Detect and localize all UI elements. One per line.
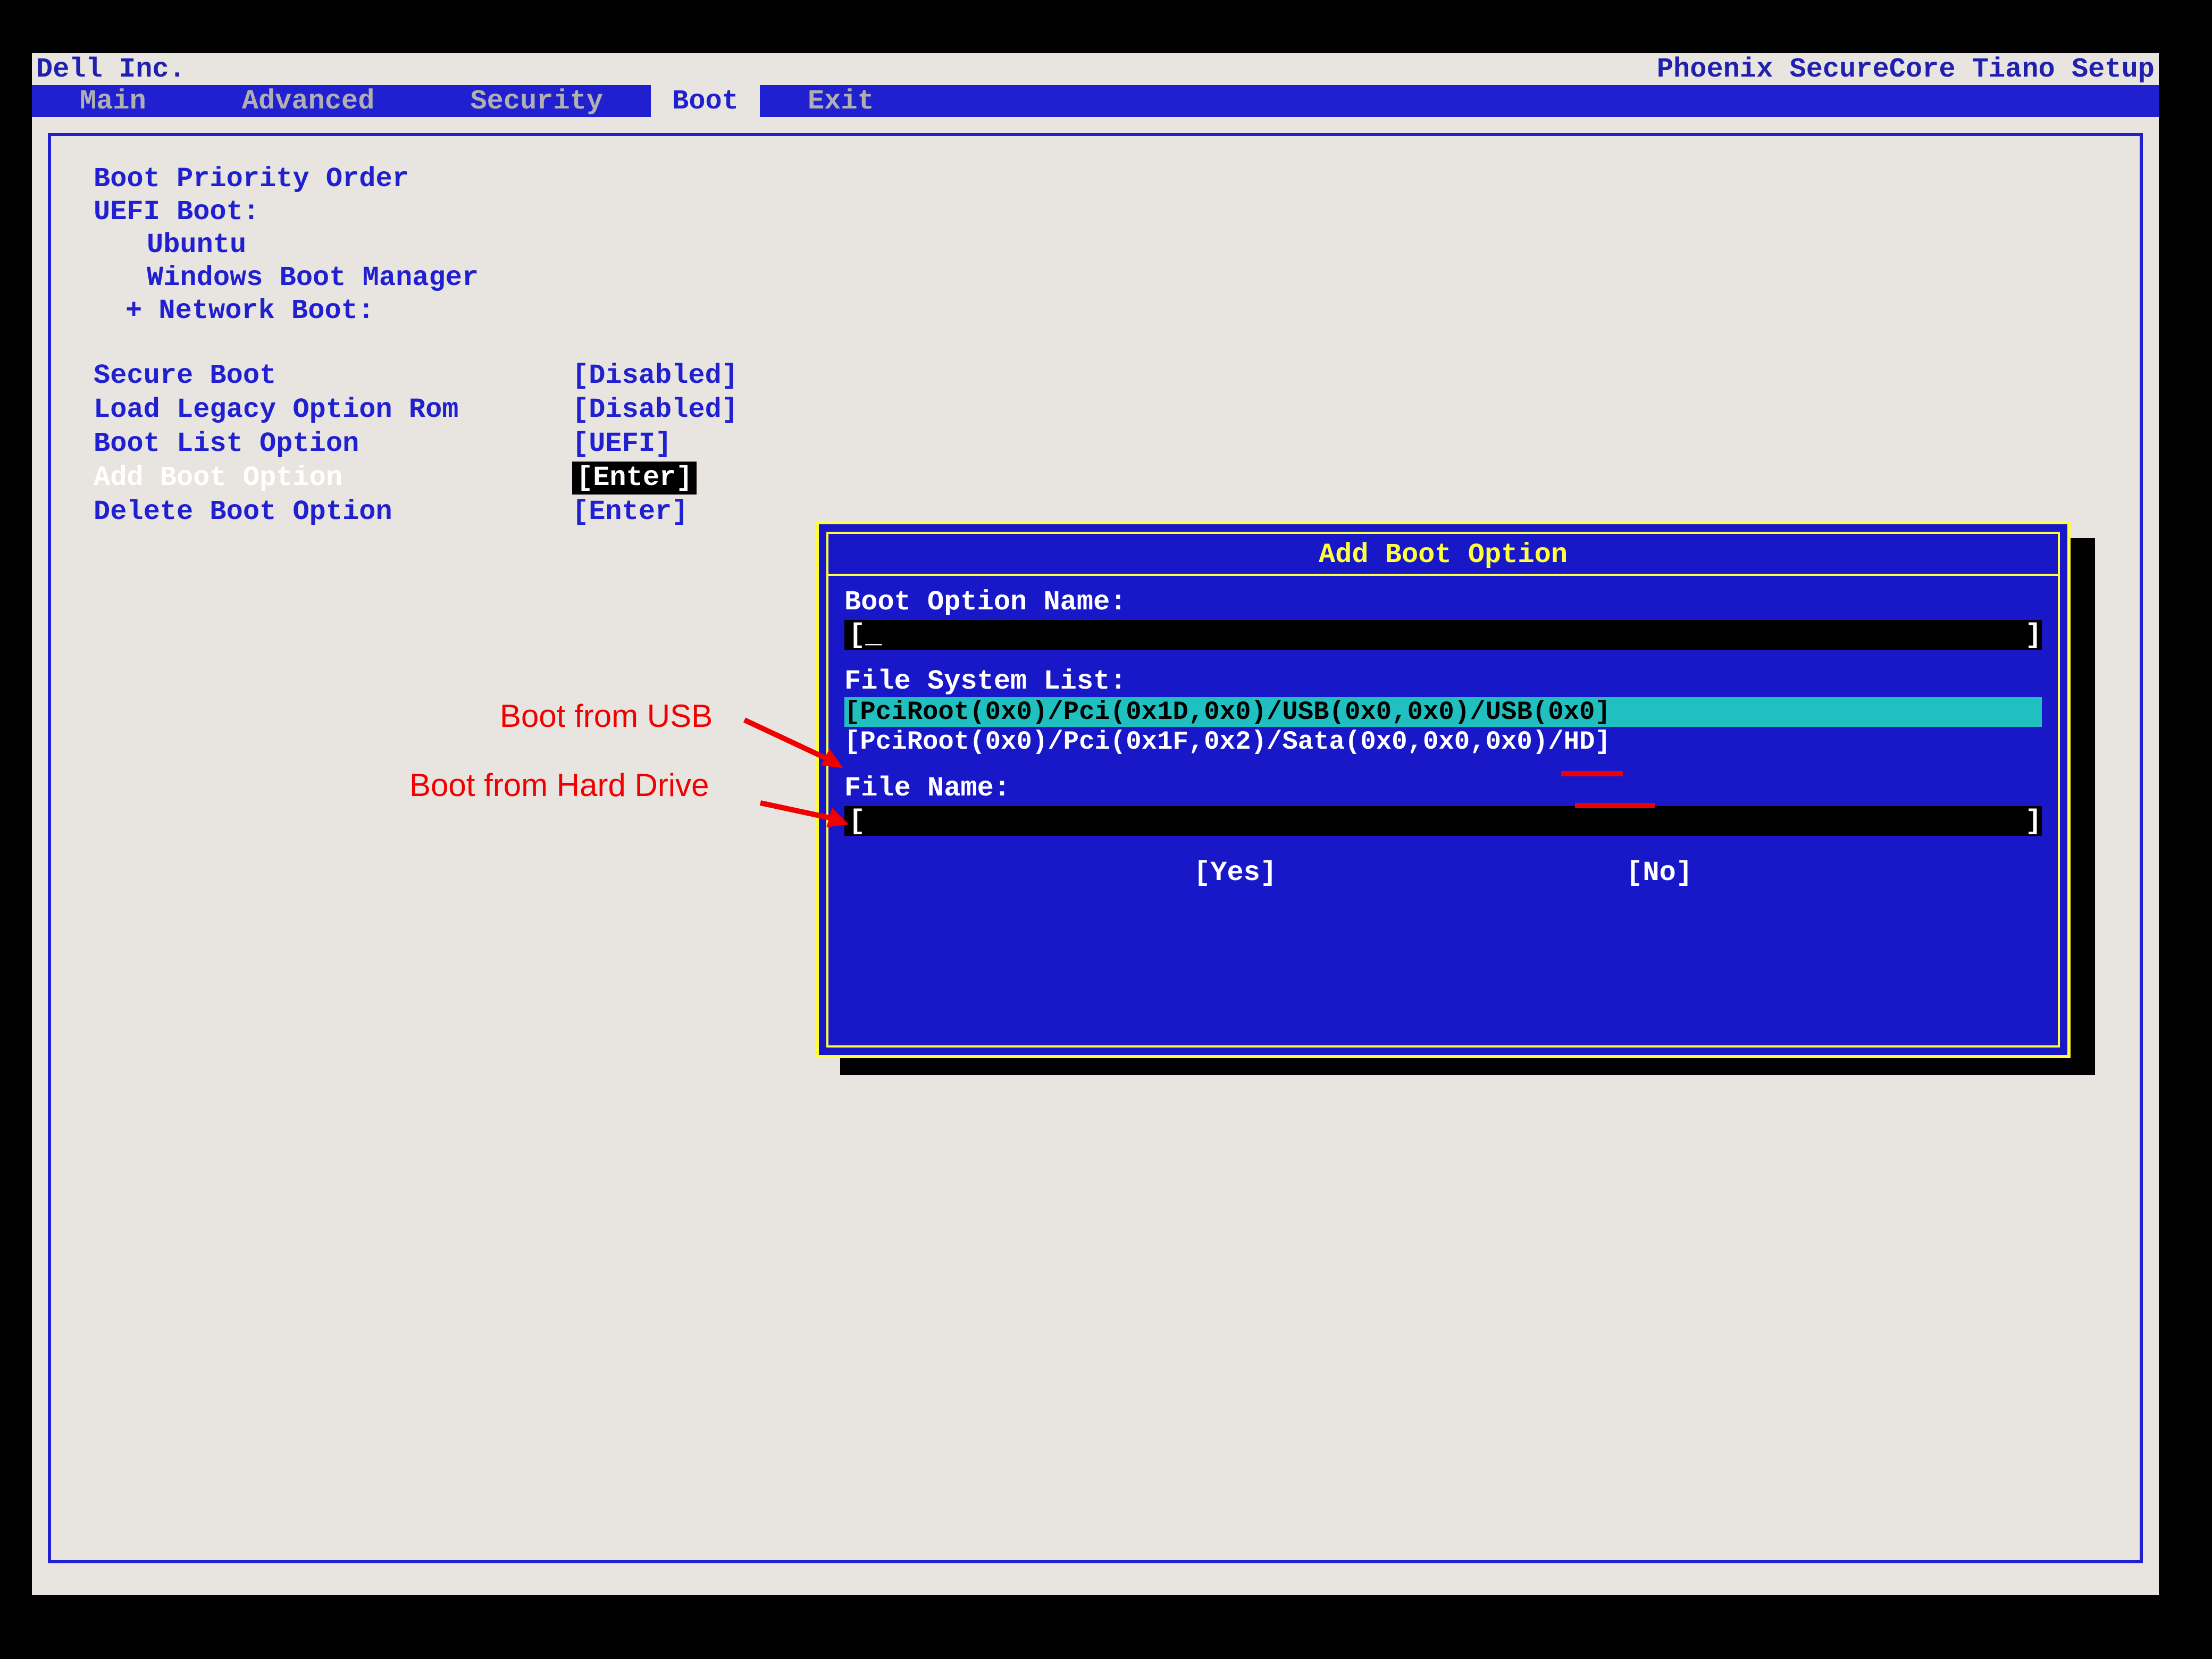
dialog-title: Add Boot Option — [844, 539, 2042, 574]
underline-sata — [1575, 803, 1655, 808]
file-name-input[interactable]: [ ] — [844, 806, 2042, 836]
boot-option-name-input[interactable]: [_ ] — [844, 620, 2042, 650]
boot-list-value[interactable]: [UEFI] — [572, 428, 672, 460]
bios-screen: Dell Inc. Phoenix SecureCore Tiano Setup… — [32, 53, 2159, 1595]
menu-security[interactable]: Security — [422, 86, 651, 117]
underline-usb — [1561, 771, 1623, 776]
annotation-usb: Boot from USB — [500, 698, 713, 734]
uefi-item-ubuntu[interactable]: Ubuntu — [94, 229, 2097, 262]
boot-list-label: Boot List Option — [94, 428, 572, 460]
menu-advanced[interactable]: Advanced — [194, 86, 423, 117]
legacy-oprom-value[interactable]: [Disabled] — [572, 393, 738, 426]
boot-option-name-label: Boot Option Name: — [844, 586, 2042, 618]
menu-exit[interactable]: Exit — [760, 86, 922, 117]
legacy-oprom-row: Load Legacy Option Rom [Disabled] — [94, 393, 2097, 426]
menu-boot[interactable]: Boot — [651, 85, 760, 117]
fs-item-usb[interactable]: [PciRoot(0x0)/Pci(0x1D,0x0)/USB(0x0,0x0)… — [844, 697, 2042, 727]
boot-priority-heading: Boot Priority Order — [94, 163, 2097, 196]
legacy-oprom-label: Load Legacy Option Rom — [94, 393, 572, 426]
add-boot-option-dialog: Add Boot Option Boot Option Name: [_ ] F… — [816, 521, 2071, 1058]
file-system-list-label: File System List: — [844, 666, 2042, 697]
title-bar: Dell Inc. Phoenix SecureCore Tiano Setup — [32, 53, 2159, 85]
secure-boot-row: Secure Boot [Disabled] — [94, 359, 2097, 392]
add-boot-option-value[interactable]: [Enter] — [572, 462, 697, 495]
uefi-boot-heading: UEFI Boot: — [94, 196, 2097, 229]
delete-boot-option-label: Delete Boot Option — [94, 496, 572, 529]
annotation-hdd: Boot from Hard Drive — [409, 767, 709, 803]
secure-boot-value[interactable]: [Disabled] — [572, 359, 738, 392]
file-name-label: File Name: — [844, 773, 2042, 804]
add-boot-option-label: Add Boot Option — [94, 462, 572, 495]
setup-title: Phoenix SecureCore Tiano Setup — [1657, 54, 2155, 85]
secure-boot-label: Secure Boot — [94, 359, 572, 392]
delete-boot-option-value[interactable]: [Enter] — [572, 496, 688, 529]
add-boot-option-row: Add Boot Option [Enter] — [94, 462, 2097, 495]
vendor-label: Dell Inc. — [36, 54, 186, 85]
fs-item-sata[interactable]: [PciRoot(0x0)/Pci(0x1F,0x2)/Sata(0x0,0x0… — [844, 727, 2042, 757]
dialog-yes-button[interactable]: [Yes] — [1194, 857, 1277, 889]
menu-bar: Main Advanced Security Boot Exit — [32, 85, 2159, 117]
menu-main[interactable]: Main — [32, 86, 194, 117]
boot-list-row: Boot List Option [UEFI] — [94, 428, 2097, 460]
arrow-icon — [739, 709, 845, 778]
arrow-icon — [755, 787, 851, 835]
network-boot-heading[interactable]: + Network Boot: — [94, 295, 2097, 328]
dialog-no-button[interactable]: [No] — [1626, 857, 1692, 889]
uefi-item-windows[interactable]: Windows Boot Manager — [94, 262, 2097, 295]
